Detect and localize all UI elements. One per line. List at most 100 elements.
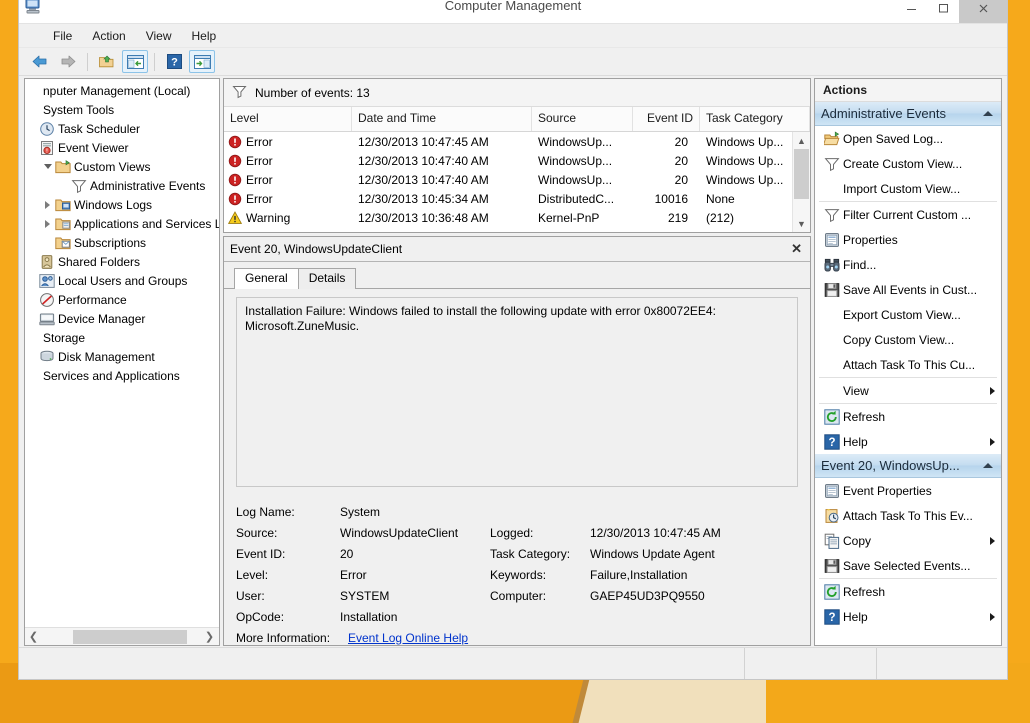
column-header-date-and-time[interactable]: Date and Time (352, 107, 532, 131)
column-header-level[interactable]: Level (224, 107, 352, 131)
tree-item-nputer-management-local[interactable]: nputer Management (Local) (25, 81, 219, 100)
action-save-all-events-in-cust[interactable]: Save All Events in Cust... (815, 277, 1001, 302)
scroll-right-arrow[interactable]: ❯ (201, 629, 218, 645)
event-metadata: Log Name: System Source: WindowsUpdateClien… (236, 501, 798, 645)
show-hide-console-tree-button[interactable] (122, 50, 148, 73)
forward-button[interactable] (55, 50, 81, 73)
menu-action[interactable]: Action (82, 26, 135, 46)
cell-level: Error (224, 192, 352, 206)
refresh-icon (821, 408, 843, 425)
tree-item-administrative-events[interactable]: Administrative Events (25, 176, 219, 197)
up-one-level-button[interactable] (94, 50, 120, 73)
tab-details[interactable]: Details (297, 268, 357, 289)
help-button[interactable]: ? (161, 50, 187, 73)
menu-file[interactable]: File (43, 26, 82, 46)
close-icon[interactable]: ✕ (791, 241, 802, 257)
column-header-task-category[interactable]: Task Category (700, 107, 810, 131)
action-properties[interactable]: Properties (815, 227, 1001, 252)
column-header-event-id[interactable]: Event ID (633, 107, 700, 131)
scroll-thumb[interactable] (794, 149, 809, 199)
menu-help[interactable]: Help (182, 26, 227, 46)
close-button[interactable] (959, 0, 1007, 23)
event-list-rows[interactable]: Error 12/30/2013 10:47:45 AM WindowsUp... 2… (224, 132, 810, 232)
tree-item-task-scheduler[interactable]: Task Scheduler (25, 119, 219, 138)
level-label: Error (246, 172, 273, 187)
action-refresh[interactable]: Refresh (815, 404, 1001, 429)
event-log-online-help-link[interactable]: Event Log Online Help (348, 631, 468, 645)
action-attach-task-to-this-cu[interactable]: Attach Task To This Cu... (815, 352, 1001, 377)
tree-item-custom-views[interactable]: Custom Views (25, 157, 219, 176)
action-label: Attach Task To This Ev... (843, 508, 973, 523)
tree-item-system-tools[interactable]: System Tools (25, 100, 219, 119)
event-row[interactable]: Error 12/30/2013 10:47:40 AM WindowsUp... 2… (224, 151, 810, 170)
cell-event-id: 10016 (654, 191, 688, 206)
cell-source: WindowsUp... (538, 172, 613, 187)
event-row[interactable]: Error 12/30/2013 10:47:40 AM WindowsUp... 2… (224, 170, 810, 189)
warning-icon (228, 210, 242, 225)
submenu-arrow-icon (990, 437, 995, 446)
filter-funnel-icon (70, 178, 87, 194)
submenu-arrow-icon (990, 386, 995, 395)
action-event-properties[interactable]: Event Properties (815, 478, 1001, 503)
maximize-button[interactable] (927, 0, 959, 23)
action-label: Attach Task To This Cu... (843, 357, 976, 372)
toolbar-separator (154, 52, 155, 71)
action-copy-custom-view[interactable]: Copy Custom View... (815, 327, 1001, 352)
column-header-source[interactable]: Source (532, 107, 633, 131)
tree-item-storage[interactable]: Storage (25, 328, 219, 347)
filter-funnel-icon (232, 84, 247, 102)
event-row[interactable]: Error 12/30/2013 10:45:34 AM DistributedC.… (224, 189, 810, 208)
chevron-up-icon[interactable] (983, 111, 993, 116)
menu-view[interactable]: View (136, 26, 182, 46)
action-help[interactable]: ? Help (815, 429, 1001, 454)
actions-group-header-0[interactable]: Administrative Events (815, 102, 1001, 126)
action-copy[interactable]: Copy (815, 528, 1001, 553)
event-detail-tabs[interactable]: General Details (224, 262, 810, 289)
show-hide-action-pane-button[interactable] (189, 50, 215, 73)
action-view[interactable]: View (815, 378, 1001, 403)
tree-horizontal-scrollbar[interactable]: ❮ ❯ (25, 627, 219, 645)
console-tree[interactable]: nputer Management (Local) System Tools Tas… (25, 79, 219, 627)
collapse-arrow-icon[interactable] (41, 164, 54, 169)
action-create-custom-view[interactable]: Create Custom View... (815, 151, 1001, 176)
actions-group-header-1[interactable]: Event 20, WindowsUp... (815, 454, 1001, 478)
event-list-header[interactable]: Level Date and Time Source Event ID Task Cat… (224, 107, 810, 132)
metadata-value-2: GAEP45UD3PQ9550 (590, 588, 705, 603)
action-export-custom-view[interactable]: Export Custom View... (815, 302, 1001, 327)
action-help[interactable]: ? Help (815, 604, 1001, 629)
scroll-left-arrow[interactable]: ❮ (25, 629, 42, 645)
cell-level: Error (224, 135, 352, 149)
tree-item-services-and-applications[interactable]: Services and Applications (25, 366, 219, 385)
save-icon (821, 558, 843, 574)
tree-item-windows-logs[interactable]: Windows Logs (25, 195, 219, 214)
action-save-selected-events[interactable]: Save Selected Events... (815, 553, 1001, 578)
action-open-saved-log[interactable]: Open Saved Log... (815, 126, 1001, 151)
tree-item-disk-management[interactable]: Disk Management (25, 347, 219, 366)
expand-arrow-icon[interactable] (41, 219, 54, 228)
tree-item-subscriptions[interactable]: Subscriptions (25, 233, 219, 252)
tab-general[interactable]: General (234, 268, 299, 289)
expand-arrow-icon[interactable] (41, 200, 54, 209)
minimize-button[interactable] (895, 0, 927, 23)
tree-item-applications-and-services-lo[interactable]: Applications and Services Lo (25, 214, 219, 233)
metadata-value: System (340, 504, 381, 519)
tree-item-shared-folders[interactable]: Shared Folders (25, 252, 219, 271)
scroll-up-arrow[interactable]: ▲ (793, 132, 810, 149)
action-refresh[interactable]: Refresh (815, 579, 1001, 604)
action-import-custom-view[interactable]: Import Custom View... (815, 176, 1001, 201)
tree-item-local-users-and-groups[interactable]: Local Users and Groups (25, 271, 219, 290)
tree-item-device-manager[interactable]: Device Manager (25, 309, 219, 328)
action-find[interactable]: Find... (815, 252, 1001, 277)
event-row[interactable]: Error 12/30/2013 10:47:45 AM WindowsUp... 2… (224, 132, 810, 151)
event-row[interactable]: Warning 12/30/2013 10:36:48 AM Kernel-PnP 2… (224, 208, 810, 227)
event-list-vertical-scrollbar[interactable]: ▲ ▼ (792, 132, 810, 232)
tree-item-label: Administrative Events (90, 178, 206, 193)
tree-item-performance[interactable]: Performance (25, 290, 219, 309)
action-attach-task-to-this-ev[interactable]: Attach Task To This Ev... (815, 503, 1001, 528)
scroll-thumb[interactable] (73, 629, 187, 644)
scroll-down-arrow[interactable]: ▼ (793, 215, 810, 232)
action-filter-current-custom[interactable]: Filter Current Custom ... (815, 202, 1001, 227)
chevron-up-icon[interactable] (983, 463, 993, 468)
tree-item-event-viewer[interactable]: ! Event Viewer (25, 138, 219, 157)
back-button[interactable] (27, 50, 53, 73)
